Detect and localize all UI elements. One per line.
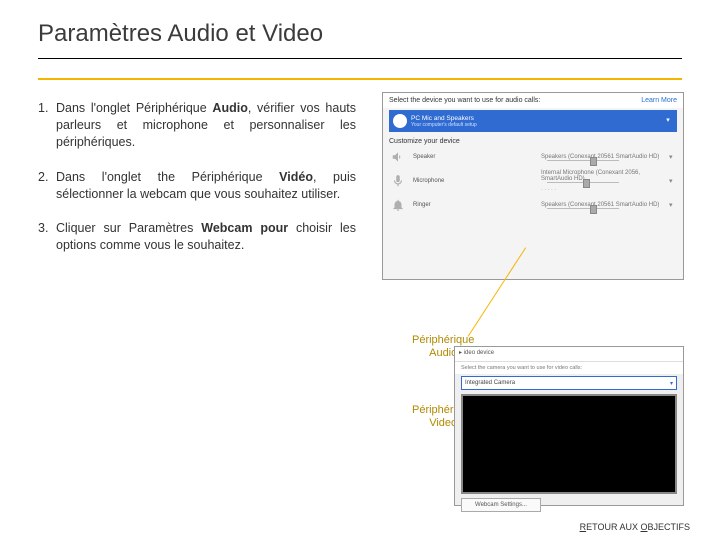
chevron-down-icon[interactable]: ▾	[669, 201, 677, 209]
device-icon	[393, 114, 407, 128]
learn-more-link[interactable]: Learn More	[641, 97, 677, 104]
chevron-down-icon[interactable]: ▾	[669, 177, 677, 185]
video-tab[interactable]: ▸ ideo device	[455, 347, 683, 362]
chevron-down-icon[interactable]: ▾	[663, 116, 673, 126]
audio-panel: Select the device you want to use for au…	[382, 92, 684, 280]
device-selector[interactable]: PC Mic and Speakers Your computer's defa…	[389, 110, 677, 132]
divider	[38, 58, 682, 59]
ringer-row: Ringer Speakers (Conexant 20561 SmartAud…	[383, 195, 683, 215]
divider-accent	[38, 78, 682, 80]
customize-heading: Customize your device	[389, 138, 677, 145]
chevron-down-icon[interactable]: ▾	[669, 153, 677, 161]
ringer-slider[interactable]	[547, 208, 619, 209]
speaker-slider[interactable]	[547, 160, 619, 161]
chevron-down-icon[interactable]: ▾	[670, 380, 673, 387]
speaker-icon	[389, 150, 407, 164]
back-to-objectives-link[interactable]: RETOUR AUX OBJECTIFS	[580, 522, 690, 532]
speaker-row: Speaker Speakers (Conexant 20561 SmartAu…	[383, 147, 683, 167]
list-item: 1.Dans l'onglet Périphérique Audio, véri…	[38, 100, 372, 151]
device-desc: Your computer's default setup	[411, 122, 663, 128]
camera-selector[interactable]: Integrated Camera ▾	[461, 376, 677, 390]
instruction-list: 1.Dans l'onglet Périphérique Audio, véri…	[38, 100, 372, 272]
video-panel-text: Select the camera you want to use for vi…	[455, 362, 683, 374]
list-item: 3.Cliquer sur Paramètres Webcam pour cho…	[38, 220, 372, 254]
video-preview	[461, 394, 677, 494]
ringer-icon	[389, 198, 407, 212]
list-item: 2.Dans l'onglet the Périphérique Vidéo, …	[38, 169, 372, 203]
device-name: PC Mic and Speakers	[411, 115, 663, 122]
microphone-row: Microphone Internal Microphone (Conexant…	[383, 167, 683, 195]
audio-panel-header: Select the device you want to use for au…	[389, 97, 540, 104]
page-title: Paramètres Audio et Video	[38, 20, 323, 48]
microphone-icon	[389, 174, 407, 188]
mic-slider[interactable]	[547, 182, 619, 183]
webcam-settings-button[interactable]: Webcam Settings...	[461, 498, 541, 512]
video-panel: ▸ ideo device Select the camera you want…	[454, 346, 684, 506]
